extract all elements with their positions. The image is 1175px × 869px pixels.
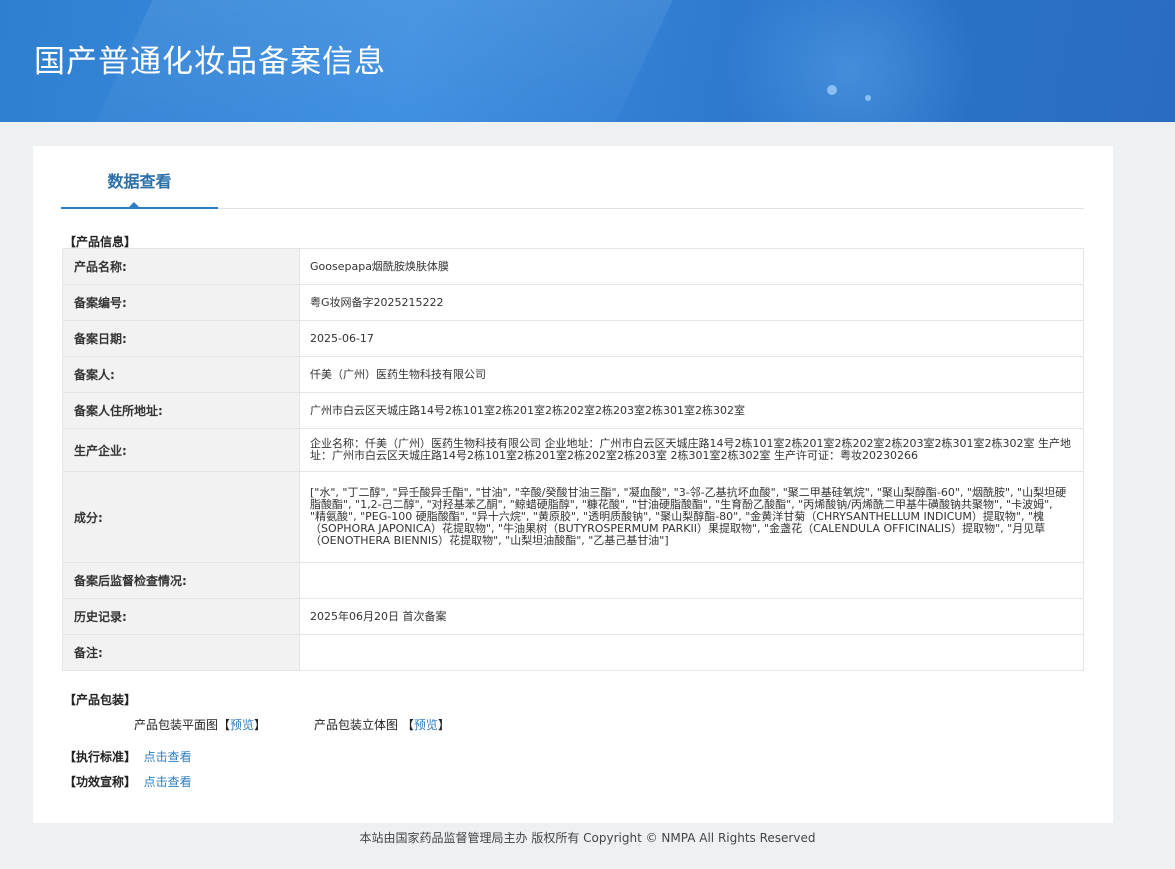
row-value: Goosepapa烟酰胺焕肤体膜 bbox=[299, 248, 1084, 285]
banner-dot bbox=[865, 95, 871, 101]
footer-copyright: 本站由国家药品监督管理局主办 版权所有 Copyright © NMPA All… bbox=[359, 831, 816, 845]
banner-dot bbox=[827, 85, 837, 95]
content-card: 数据查看 【产品信息】 产品名称: Goosepapa烟酰胺焕肤体膜 备案编号:… bbox=[33, 146, 1113, 823]
table-row: 备案日期: 2025-06-17 bbox=[62, 320, 1084, 357]
packaging-flat-line: 产品包装平面图【预览】 bbox=[134, 716, 266, 733]
row-value bbox=[299, 562, 1084, 599]
table-row: 备案编号: 粤G妆网备字2025215222 bbox=[62, 284, 1084, 321]
packaging-heading: 【产品包装】 bbox=[64, 693, 137, 707]
table-row: 产品名称: Goosepapa烟酰胺焕肤体膜 bbox=[62, 248, 1084, 285]
row-key: 备案人: bbox=[62, 356, 300, 393]
row-value: 广州市白云区天城庄路14号2栋101室2栋201室2栋202室2栋203室2栋3… bbox=[299, 392, 1084, 429]
row-key: 产品名称: bbox=[62, 248, 300, 285]
row-value: 企业名称：仟美（广州）医药生物科技有限公司 企业地址：广州市白云区天城庄路14号… bbox=[299, 428, 1084, 472]
tab-active-indicator bbox=[128, 202, 140, 208]
table-row: 备案后监督检查情况: bbox=[62, 562, 1084, 599]
row-key: 备案日期: bbox=[62, 320, 300, 357]
standard-label: 【执行标准】 bbox=[64, 750, 137, 764]
packaging-solid-line: 产品包装立体图 【预览】 bbox=[314, 716, 450, 733]
row-value: ["水", "丁二醇", "异壬酸异壬酯", "甘油", "辛酸/癸酸甘油三酯"… bbox=[299, 471, 1084, 563]
row-key: 备案人住所地址: bbox=[62, 392, 300, 429]
bracket-close: 】 bbox=[437, 718, 450, 732]
product-info-table: 产品名称: Goosepapa烟酰胺焕肤体膜 备案编号: 粤G妆网备字20252… bbox=[62, 248, 1084, 671]
row-key: 生产企业: bbox=[62, 428, 300, 472]
row-value bbox=[299, 634, 1084, 671]
packaging-solid-label: 产品包装立体图 bbox=[314, 718, 399, 732]
tab-bar: 数据查看 bbox=[61, 160, 1084, 209]
standard-link[interactable]: 点击查看 bbox=[144, 750, 192, 764]
row-value: 仟美（广州）医药生物科技有限公司 bbox=[299, 356, 1084, 393]
row-key: 备案后监督检查情况: bbox=[62, 562, 300, 599]
row-key: 备案编号: bbox=[62, 284, 300, 321]
row-value: 2025年06月20日 首次备案 bbox=[299, 598, 1084, 635]
header-banner: 国产普通化妆品备案信息 bbox=[0, 0, 1175, 122]
table-row: 备案人: 仟美（广州）医药生物科技有限公司 bbox=[62, 356, 1084, 393]
claims-line: 【功效宣称】 点击查看 bbox=[64, 773, 192, 790]
banner-glow bbox=[700, 0, 1000, 122]
bracket-close: 】 bbox=[254, 718, 267, 732]
bracket-open: 【 bbox=[401, 718, 414, 732]
tab-label: 数据查看 bbox=[107, 172, 172, 191]
table-row: 成分: ["水", "丁二醇", "异壬酸异壬酯", "甘油", "辛酸/癸酸甘… bbox=[62, 471, 1084, 563]
packaging-flat-label: 产品包装平面图 bbox=[134, 718, 219, 732]
row-key: 历史记录: bbox=[62, 598, 300, 635]
bracket-open: 【 bbox=[218, 718, 231, 732]
claims-label: 【功效宣称】 bbox=[64, 775, 137, 789]
standard-line: 【执行标准】 点击查看 bbox=[64, 748, 192, 765]
table-row: 历史记录: 2025年06月20日 首次备案 bbox=[62, 598, 1084, 635]
row-value: 粤G妆网备字2025215222 bbox=[299, 284, 1084, 321]
table-row: 备案人住所地址: 广州市白云区天城庄路14号2栋101室2栋201室2栋202室… bbox=[62, 392, 1084, 429]
table-row: 备注: bbox=[62, 634, 1084, 671]
row-key: 成分: bbox=[62, 471, 300, 563]
page-title: 国产普通化妆品备案信息 bbox=[34, 44, 386, 80]
flat-preview-link[interactable]: 预览 bbox=[230, 718, 254, 732]
row-value: 2025-06-17 bbox=[299, 320, 1084, 357]
claims-link[interactable]: 点击查看 bbox=[144, 775, 192, 789]
tab-data-view[interactable]: 数据查看 bbox=[61, 160, 218, 209]
solid-preview-link[interactable]: 预览 bbox=[414, 718, 438, 732]
row-key: 备注: bbox=[62, 634, 300, 671]
table-row: 生产企业: 企业名称：仟美（广州）医药生物科技有限公司 企业地址：广州市白云区天… bbox=[62, 428, 1084, 472]
